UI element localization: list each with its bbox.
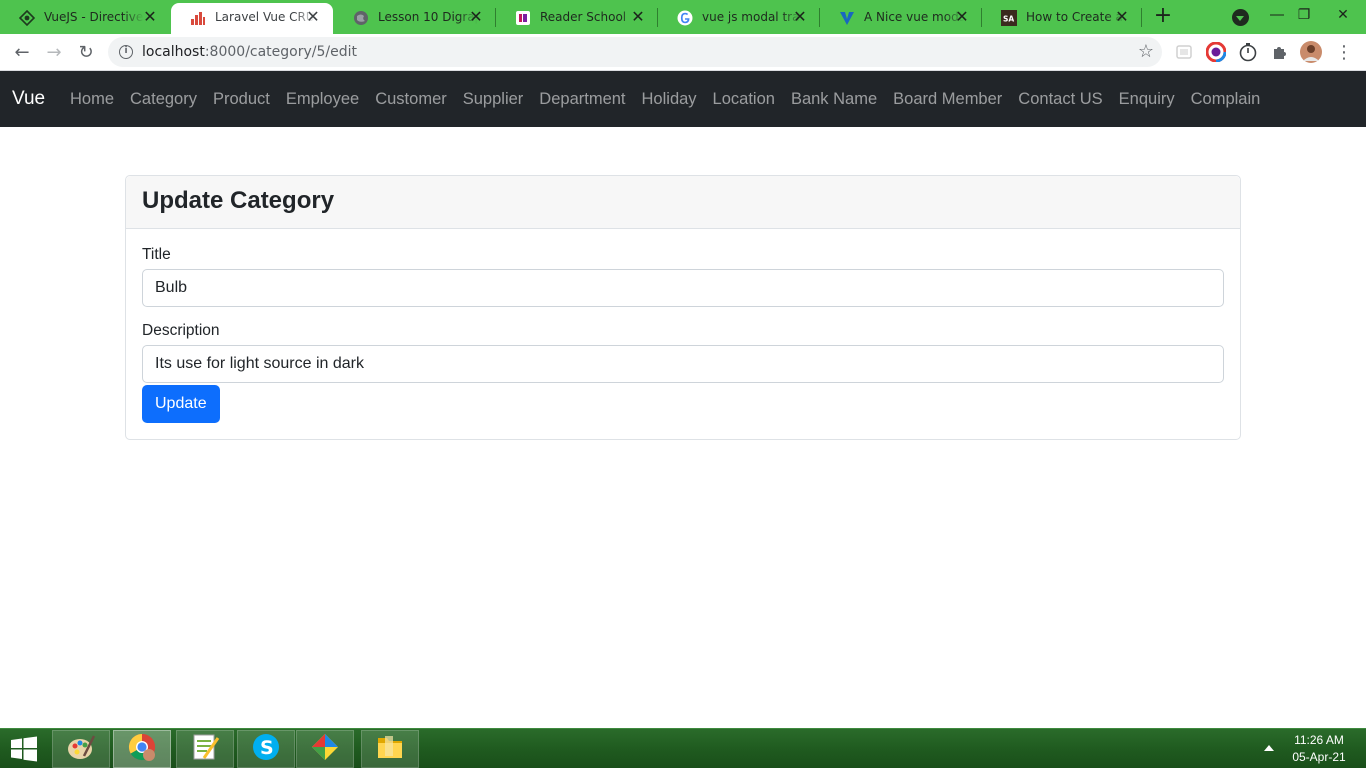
- title-label: Title: [142, 246, 171, 263]
- forward-icon[interactable]: →: [40, 39, 68, 67]
- nav-link-supplier[interactable]: Supplier: [455, 87, 532, 111]
- url-host: localhost: [142, 44, 205, 60]
- taskbar-file-explorer[interactable]: [361, 730, 419, 768]
- notepad-plus-icon: [190, 732, 220, 766]
- description-label: Description: [142, 322, 220, 339]
- browser-tab-strip: VueJS - Directives ✕ Laravel Vue CRUD ✕ …: [0, 0, 1366, 34]
- card-body: Title Description: [126, 229, 1240, 413]
- windows-taskbar: S 11:26 AM 05-Apr-21: [0, 728, 1366, 768]
- new-tab-icon[interactable]: +: [1151, 5, 1175, 29]
- paint-icon: [66, 732, 96, 766]
- nav-link-product[interactable]: Product: [205, 87, 278, 111]
- browser-menu-icon[interactable]: ⋮: [1332, 39, 1356, 67]
- nav-link-complain[interactable]: Complain: [1183, 87, 1269, 111]
- navbar-links: Home Category Product Employee Customer …: [62, 87, 1268, 111]
- close-tab-icon[interactable]: ✕: [466, 7, 486, 27]
- google-favicon: [676, 9, 693, 26]
- browser-tab[interactable]: Lesson 10 Digraphs ✕: [334, 5, 496, 30]
- close-tab-icon[interactable]: ✕: [140, 7, 160, 27]
- file-explorer-icon: [375, 732, 405, 766]
- chrome-icon: [127, 732, 157, 766]
- vuetify-favicon: [838, 9, 855, 26]
- browser-tab-active[interactable]: Laravel Vue CRUD ✕: [171, 3, 333, 34]
- close-tab-icon[interactable]: ✕: [952, 7, 972, 27]
- nav-link-department[interactable]: Department: [531, 87, 633, 111]
- show-hidden-icons-icon[interactable]: [1264, 745, 1274, 751]
- card-header: Update Category: [126, 176, 1240, 229]
- svg-text:SA: SA: [1003, 14, 1014, 23]
- page-title: Update Category: [142, 187, 335, 214]
- timer-extension-icon[interactable]: [1237, 41, 1259, 63]
- close-tab-icon[interactable]: ✕: [628, 7, 648, 27]
- taskbar-app[interactable]: [296, 730, 354, 768]
- close-window-icon[interactable]: ✕: [1320, 0, 1366, 30]
- close-tab-icon[interactable]: ✕: [303, 7, 323, 27]
- bookmark-star-icon[interactable]: ☆: [1138, 41, 1154, 63]
- tab-title: vue js modal transition: [702, 10, 802, 24]
- app-navbar: Vue Home Category Product Employee Custo…: [0, 71, 1366, 127]
- reload-icon[interactable]: ↻: [72, 39, 100, 67]
- description-input[interactable]: [142, 345, 1224, 383]
- browser-tab[interactable]: A Nice vue modal ✕: [820, 5, 982, 30]
- title-input[interactable]: [142, 269, 1224, 307]
- address-bar[interactable]: i localhost:8000/category/5/edit ☆: [108, 37, 1162, 67]
- clock-date: 05-Apr-21: [1292, 750, 1346, 764]
- taskbar-paint[interactable]: [52, 730, 110, 768]
- nav-link-category[interactable]: Category: [122, 87, 205, 111]
- nav-link-bank-name[interactable]: Bank Name: [783, 87, 885, 111]
- browser-tab[interactable]: SA How to Create a Component ✕: [982, 5, 1142, 30]
- tab-title: Laravel Vue CRUD: [215, 10, 315, 24]
- browser-toolbar: ← → ↻ i localhost:8000/category/5/edit ☆…: [0, 34, 1366, 71]
- tab-separator: [1141, 8, 1142, 27]
- url-path: :8000/category/5/edit: [204, 44, 357, 60]
- clock-time: 11:26 AM: [1294, 733, 1344, 747]
- update-category-card: Update Category Title Description Update: [125, 175, 1241, 440]
- svg-text:S: S: [260, 737, 274, 759]
- taskbar-skype[interactable]: S: [237, 730, 295, 768]
- reader-school-favicon: [514, 9, 531, 26]
- nav-link-holiday[interactable]: Holiday: [634, 87, 705, 111]
- browser-tab[interactable]: Reader School ✕: [496, 5, 658, 30]
- tab-title: How to Create a Component: [1026, 10, 1126, 24]
- globe-favicon: [352, 9, 369, 26]
- close-tab-icon[interactable]: ✕: [790, 7, 810, 27]
- back-icon[interactable]: ←: [8, 39, 36, 67]
- taskbar-chrome[interactable]: [113, 730, 171, 768]
- nav-link-location[interactable]: Location: [705, 87, 783, 111]
- tab-title: VueJS - Directives: [44, 10, 144, 24]
- color-picker-extension-icon[interactable]: [1205, 41, 1227, 63]
- tab-title: A Nice vue modal: [864, 10, 964, 24]
- browser-tab[interactable]: VueJS - Directives ✕: [0, 5, 170, 30]
- nav-link-employee[interactable]: Employee: [278, 87, 367, 111]
- nav-link-customer[interactable]: Customer: [367, 87, 455, 111]
- windows-start-icon[interactable]: [10, 736, 38, 762]
- navbar-brand[interactable]: Vue: [12, 87, 45, 111]
- sa-favicon: SA: [1000, 9, 1017, 26]
- laravel-favicon: [189, 9, 206, 26]
- browser-tab[interactable]: vue js modal transition ✕: [658, 5, 820, 30]
- skype-icon: S: [251, 732, 281, 766]
- url-text[interactable]: localhost:8000/category/5/edit: [142, 44, 357, 61]
- nav-link-board-member[interactable]: Board Member: [885, 87, 1010, 111]
- close-tab-icon[interactable]: ✕: [1112, 7, 1132, 27]
- tab-title: Reader School: [540, 10, 627, 24]
- vuejs-directives-favicon: [18, 9, 35, 26]
- nav-link-enquiry[interactable]: Enquiry: [1111, 87, 1183, 111]
- nav-link-home[interactable]: Home: [62, 87, 122, 111]
- extension-icon[interactable]: [1173, 41, 1195, 63]
- site-info-icon[interactable]: i: [119, 45, 133, 59]
- nav-link-contact-us[interactable]: Contact US: [1010, 87, 1110, 111]
- taskbar-clock[interactable]: 11:26 AM 05-Apr-21: [1286, 732, 1352, 766]
- app-icon: [310, 732, 340, 766]
- profile-avatar[interactable]: [1300, 41, 1322, 63]
- taskbar-notepad-plus[interactable]: [176, 730, 234, 768]
- extensions-puzzle-icon[interactable]: [1269, 41, 1291, 63]
- tab-search-icon[interactable]: [1232, 9, 1249, 26]
- update-button[interactable]: Update: [142, 385, 220, 423]
- tab-title: Lesson 10 Digraphs: [378, 10, 478, 24]
